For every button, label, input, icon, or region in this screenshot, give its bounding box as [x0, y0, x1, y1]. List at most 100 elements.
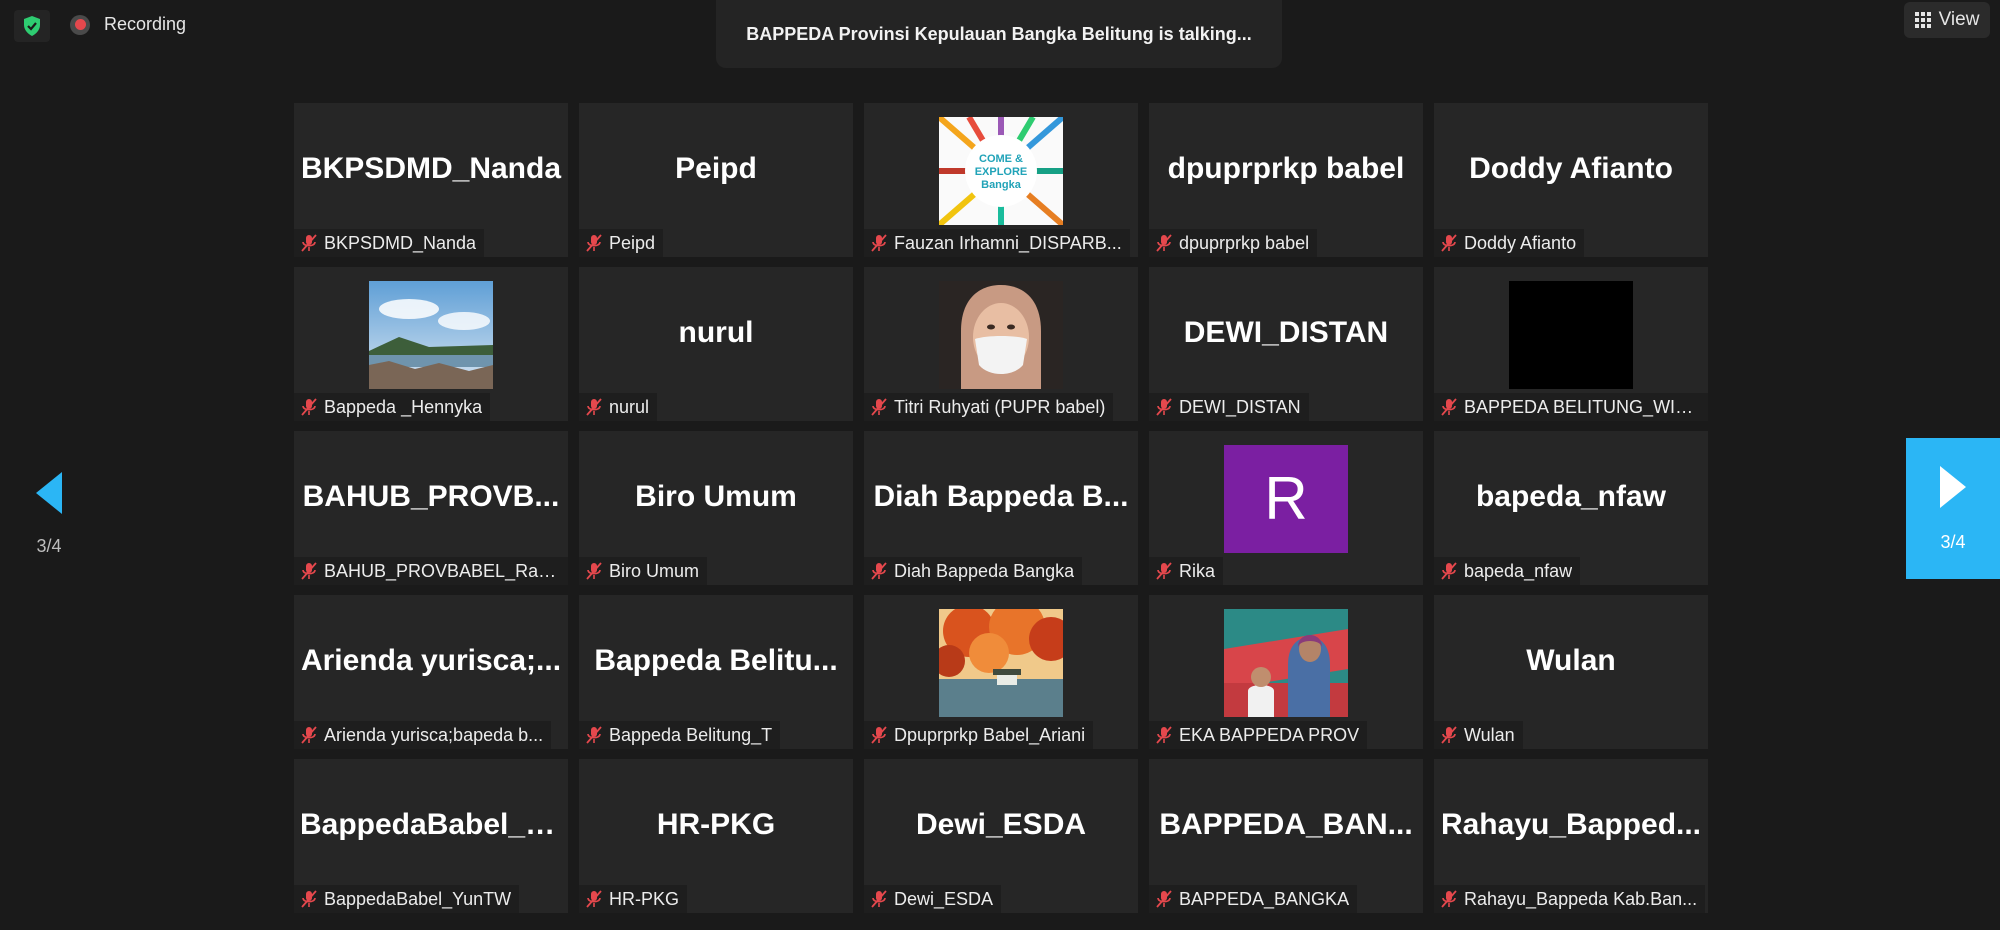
- participant-tile[interactable]: BappedaBabel_Y... BappedaBabel_YunTW: [294, 759, 568, 913]
- participant-tile[interactable]: Rahayu_Bapped... Rahayu_Bappeda Kab.Ban.…: [1434, 759, 1708, 913]
- participant-tile[interactable]: EKA BAPPEDA PROV: [1149, 595, 1423, 749]
- security-shield-icon[interactable]: [14, 10, 50, 42]
- previous-page-button[interactable]: 3/4: [14, 470, 84, 580]
- muted-microphone-icon: [871, 726, 887, 744]
- muted-microphone-icon: [301, 398, 317, 416]
- participant-tile[interactable]: Diah Bappeda B... Diah Bappeda Bangka: [864, 431, 1138, 585]
- participant-name-tag: Doddy Afianto: [1434, 229, 1585, 257]
- participant-display-name: DEWI_DISTAN: [1183, 316, 1389, 349]
- participant-name: Dewi_ESDA: [894, 888, 994, 909]
- participant-tile[interactable]: Dewi_ESDA Dewi_ESDA: [864, 759, 1138, 913]
- participant-tile[interactable]: Wulan Wulan: [1434, 595, 1708, 749]
- participant-tile[interactable]: Arienda yurisca;... Arienda yurisca;bape…: [294, 595, 568, 749]
- recording-indicator[interactable]: Recording: [70, 14, 186, 35]
- participant-name-tag: Arienda yurisca;bapeda b...: [294, 721, 552, 749]
- participant-name-tag: Titri Ruhyati (PUPR babel): [864, 393, 1114, 421]
- muted-microphone-icon: [1156, 726, 1172, 744]
- participant-tile[interactable]: BKPSDMD_Nanda BKPSDMD_Nanda: [294, 103, 568, 257]
- participant-name: Titri Ruhyati (PUPR babel): [894, 396, 1106, 417]
- participant-name-tag: bapeda_nfaw: [1434, 557, 1581, 585]
- black-video: [1509, 281, 1633, 389]
- muted-microphone-icon: [871, 890, 887, 908]
- autumn-tree-photo: [939, 609, 1063, 717]
- participant-tile[interactable]: dpuprprkp babel dpuprprkp babel: [1149, 103, 1423, 257]
- muted-microphone-icon: [1441, 562, 1457, 580]
- participant-tile[interactable]: Bappeda Belitu... Bappeda Belitung_T: [579, 595, 853, 749]
- active-speaker-text: BAPPEDA Provinsi Kepulauan Bangka Belitu…: [746, 23, 1252, 44]
- participant-name-tag: Fauzan Irhamni_DISPARB...: [864, 229, 1130, 257]
- active-speaker-banner: BAPPEDA Provinsi Kepulauan Bangka Belitu…: [716, 0, 1282, 68]
- recording-label: Recording: [104, 14, 187, 34]
- muted-microphone-icon: [586, 562, 602, 580]
- participant-name: Bappeda _Hennyka: [324, 396, 483, 417]
- participant-tile[interactable]: bapeda_nfaw bapeda_nfaw: [1434, 431, 1708, 585]
- muted-microphone-icon: [586, 234, 602, 252]
- participant-name-tag: DEWI_DISTAN: [1149, 393, 1309, 421]
- participant-name: HR-PKG: [609, 888, 680, 909]
- participant-display-name: Dewi_ESDA: [915, 808, 1087, 841]
- page-indicator-left: 3/4: [36, 536, 62, 556]
- participant-name: dpuprprkp babel: [1179, 232, 1310, 253]
- participant-display-name: BAHUB_PROVB...: [302, 480, 560, 513]
- participant-tile[interactable]: Titri Ruhyati (PUPR babel): [864, 267, 1138, 421]
- participant-name-tag: EKA BAPPEDA PROV: [1149, 721, 1368, 749]
- participant-display-name: BAPPEDA_BAN...: [1159, 808, 1413, 841]
- participant-tile[interactable]: BAPPEDA BELITUNG_WIN...: [1434, 267, 1708, 421]
- muted-microphone-icon: [1441, 234, 1457, 252]
- participant-tile[interactable]: Biro Umum Biro Umum: [579, 431, 853, 585]
- participant-display-name: Rahayu_Bapped...: [1440, 808, 1702, 841]
- participant-name-tag: BAPPEDA BELITUNG_WIN...: [1434, 393, 1708, 421]
- participant-name: Peipd: [609, 232, 656, 253]
- participant-name-tag: Rahayu_Bappeda Kab.Ban...: [1434, 885, 1706, 913]
- muted-microphone-icon: [301, 890, 317, 908]
- participant-name-tag: nurul: [579, 393, 658, 421]
- muted-microphone-icon: [1156, 234, 1172, 252]
- muted-microphone-icon: [586, 398, 602, 416]
- participant-name: BAPPEDA_BANGKA: [1179, 888, 1350, 909]
- muted-microphone-icon: [586, 726, 602, 744]
- avatar-letter: R: [1264, 465, 1308, 532]
- participant-name-tag: BAHUB_PROVBABEL_Rah...: [294, 557, 568, 585]
- participant-tile[interactable]: DEWI_DISTAN DEWI_DISTAN: [1149, 267, 1423, 421]
- participant-tile[interactable]: Peipd Peipd: [579, 103, 853, 257]
- participant-name: Fauzan Irhamni_DISPARB...: [894, 232, 1122, 253]
- participant-tile[interactable]: COME & EXPLORE Bangka Belitung Fauzan Ir…: [864, 103, 1138, 257]
- participant-name: Doddy Afianto: [1464, 232, 1577, 253]
- participant-gallery: BKPSDMD_Nanda BKPSDMD_Nanda Peipd Peipd C…: [294, 103, 1708, 913]
- participant-tile[interactable]: HR-PKG HR-PKG: [579, 759, 853, 913]
- participant-tile[interactable]: Dpuprprkp Babel_Ariani: [864, 595, 1138, 749]
- participant-display-name: Bappeda Belitu...: [594, 644, 838, 677]
- participant-name: Dpuprprkp Babel_Ariani: [894, 724, 1086, 745]
- muted-microphone-icon: [1441, 726, 1457, 744]
- participant-tile[interactable]: nurul nurul: [579, 267, 853, 421]
- participant-display-name: Biro Umum: [635, 480, 797, 513]
- participant-display-name: bapeda_nfaw: [1475, 480, 1667, 513]
- participant-tile[interactable]: R Rika: [1149, 431, 1423, 585]
- participant-display-name: Wulan: [1526, 644, 1616, 677]
- participant-name: nurul: [609, 396, 650, 417]
- participant-display-name: dpuprprkp babel: [1167, 152, 1405, 185]
- view-button-label: View: [1938, 9, 1980, 30]
- muted-microphone-icon: [871, 234, 887, 252]
- muted-microphone-icon: [1156, 890, 1172, 908]
- participant-name-tag: Wulan: [1434, 721, 1523, 749]
- participant-name: Arienda yurisca;bapeda b...: [324, 724, 544, 745]
- participant-tile[interactable]: BAPPEDA_BAN... BAPPEDA_BANGKA: [1149, 759, 1423, 913]
- participant-name: BappedaBabel_YunTW: [324, 888, 512, 909]
- participant-name: EKA BAPPEDA PROV: [1179, 724, 1360, 745]
- participant-tile[interactable]: Doddy Afianto Doddy Afianto: [1434, 103, 1708, 257]
- beach-photo: [369, 281, 493, 389]
- muted-microphone-icon: [586, 890, 602, 908]
- view-button[interactable]: View: [1904, 2, 1990, 38]
- participant-tile[interactable]: Bappeda _Hennyka: [294, 267, 568, 421]
- participant-tile[interactable]: BAHUB_PROVB... BAHUB_PROVBABEL_Rah...: [294, 431, 568, 585]
- participant-name: DEWI_DISTAN: [1179, 396, 1301, 417]
- participant-name-tag: Biro Umum: [579, 557, 708, 585]
- participant-display-name: HR-PKG: [656, 808, 776, 841]
- muted-microphone-icon: [301, 234, 317, 252]
- next-page-button[interactable]: 3/4: [1906, 438, 2000, 579]
- muted-microphone-icon: [301, 562, 317, 580]
- muted-microphone-icon: [1156, 398, 1172, 416]
- muted-microphone-icon: [301, 726, 317, 744]
- family-photo: [1224, 609, 1348, 717]
